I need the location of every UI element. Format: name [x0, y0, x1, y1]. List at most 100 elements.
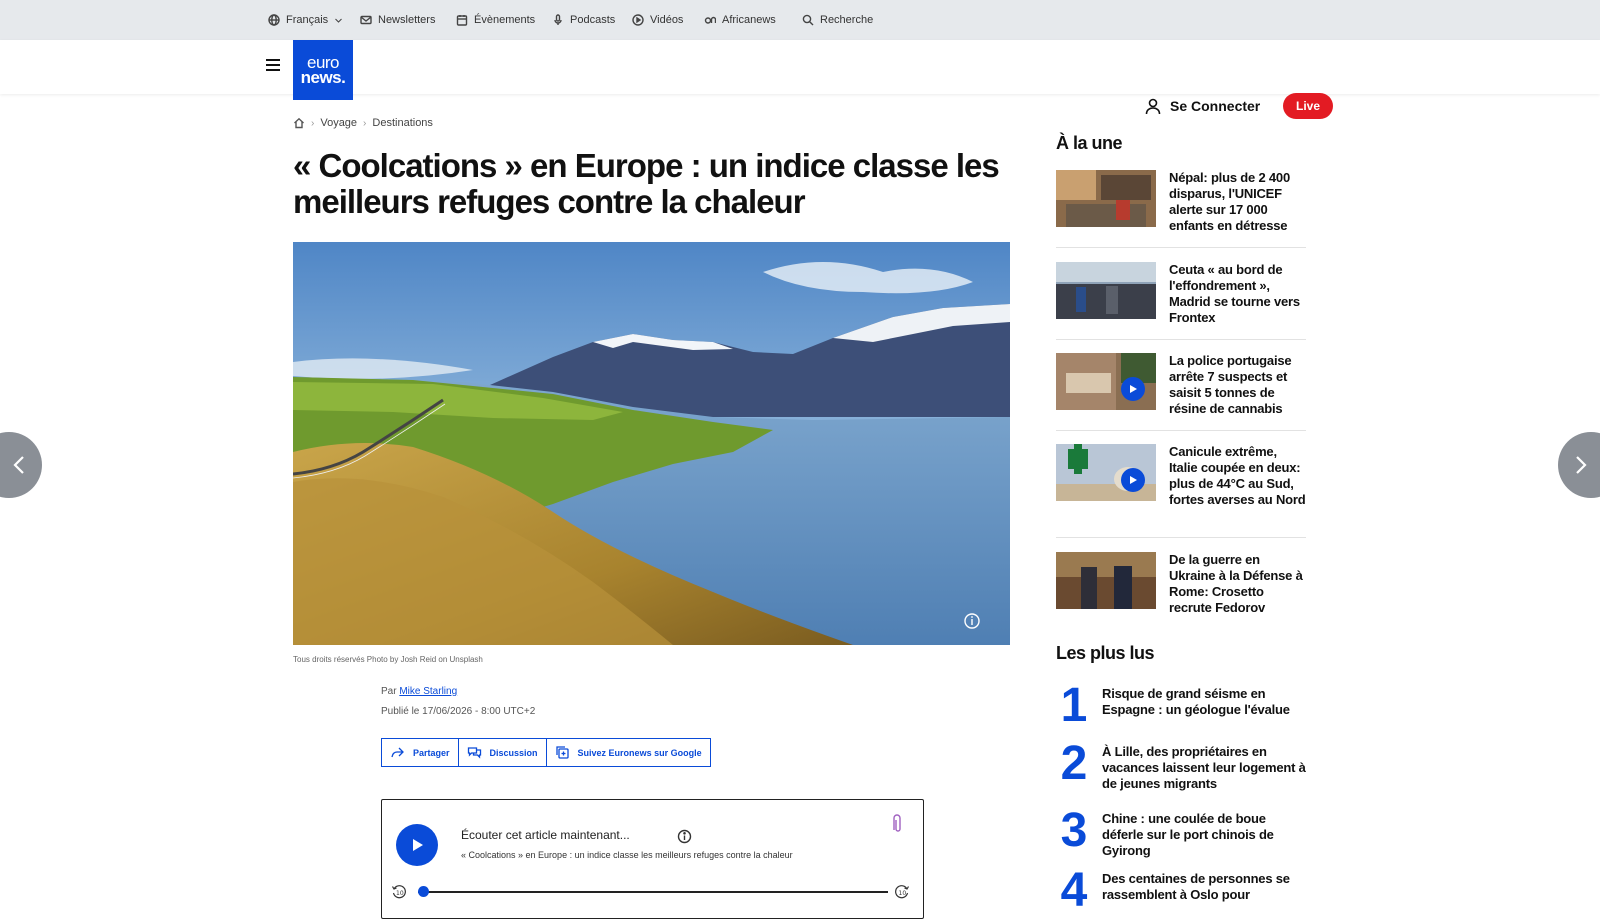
breadcrumb-voyage[interactable]: Voyage [320, 117, 357, 129]
story-headline[interactable]: De la guerre en Ukraine à la Défense à R… [1169, 552, 1306, 616]
videos-link[interactable]: Vidéos [632, 12, 683, 28]
article-title: « Coolcations » en Europe : un indice cl… [293, 147, 1000, 220]
login-button[interactable]: Se Connecter [1144, 97, 1260, 115]
svg-text:10: 10 [899, 890, 907, 897]
story-headline[interactable]: La police portugaise arrête 7 suspects e… [1169, 353, 1306, 417]
play-button[interactable] [396, 824, 438, 866]
divider [1056, 339, 1306, 340]
top-story-item[interactable]: Canicule extrême, Italie coupée en deux:… [1056, 444, 1306, 508]
videos-label: Vidéos [650, 14, 684, 26]
top-story-item[interactable]: La police portugaise arrête 7 suspects e… [1056, 353, 1306, 417]
article-actions: Partager Discussion Suivez Euronews sur … [381, 738, 711, 767]
search-link[interactable]: Recherche [802, 12, 873, 28]
seek-bar[interactable] [418, 891, 888, 893]
svg-text:10: 10 [396, 890, 404, 897]
info-icon[interactable] [677, 829, 692, 844]
chevron-left-icon [13, 456, 24, 474]
share-button[interactable]: Partager [382, 739, 459, 766]
seek-handle[interactable] [418, 886, 429, 897]
divider [1056, 537, 1306, 538]
mail-icon [360, 15, 372, 25]
rank-number: 1 [1060, 679, 1088, 732]
add-source-icon [555, 746, 569, 759]
calendar-icon [456, 15, 468, 26]
story-thumbnail[interactable] [1056, 262, 1156, 319]
euronews-logo[interactable]: euro news. [293, 40, 353, 100]
top-story-item[interactable]: De la guerre en Ukraine à la Défense à R… [1056, 552, 1306, 616]
story-headline[interactable]: Népal: plus de 2 400 disparus, l'UNICEF … [1169, 170, 1306, 234]
most-read-headline[interactable]: Risque de grand séisme en Espagne : un g… [1102, 684, 1306, 728]
video-badge [1121, 468, 1145, 492]
share-icon [391, 747, 404, 758]
chevron-right-icon: › [311, 117, 315, 129]
top-story-item[interactable]: Ceuta « au bord de l'effondrement », Mad… [1056, 262, 1306, 326]
most-read-item[interactable]: 2 À Lille, des propriétaires en vacances… [1056, 740, 1306, 792]
rank-number: 4 [1060, 864, 1088, 917]
image-caption: Tous droits réservés Photo by Josh Reid … [293, 655, 483, 664]
live-button[interactable]: Live [1283, 93, 1333, 119]
login-label: Se Connecter [1170, 98, 1261, 114]
globe-icon [268, 14, 280, 26]
chevron-right-icon: › [363, 117, 367, 129]
chevron-down-icon [335, 18, 343, 23]
hero-image[interactable] [293, 242, 1010, 645]
play-icon [1130, 385, 1137, 393]
logo-line2: news. [300, 68, 346, 87]
divider [1056, 247, 1306, 248]
home-icon[interactable] [293, 117, 305, 129]
most-read-item[interactable]: 1 Risque de grand séisme en Espagne : un… [1056, 679, 1306, 732]
breadcrumb: › Voyage › Destinations [293, 117, 433, 129]
most-read-headline[interactable]: À Lille, des propriétaires en vacances l… [1102, 742, 1306, 792]
most-read-item[interactable]: 4 Des centaines de personnes se rassembl… [1056, 864, 1306, 917]
search-label: Recherche [820, 14, 874, 26]
microphone-icon [554, 14, 562, 25]
player-title: Écouter cet article maintenant... [461, 828, 630, 842]
follow-google-button[interactable]: Suivez Euronews sur Google [547, 739, 710, 766]
breadcrumb-destinations[interactable]: Destinations [372, 117, 433, 129]
top-story-item[interactable]: Népal: plus de 2 400 disparus, l'UNICEF … [1056, 170, 1306, 234]
rewind-10-icon[interactable]: 10 [391, 884, 407, 900]
most-read-item[interactable]: 3 Chine : une coulée de boue déferle sur… [1056, 804, 1306, 859]
share-label: Partager [413, 747, 450, 758]
language-selector[interactable]: Français [268, 12, 343, 28]
audio-player: Écouter cet article maintenant... « Cool… [381, 799, 924, 919]
divider [1056, 430, 1306, 431]
africanews-label: Africanews [722, 14, 776, 26]
story-headline[interactable]: Canicule extrême, Italie coupée en deux:… [1169, 444, 1306, 508]
next-article-button[interactable] [1558, 432, 1600, 498]
utility-bar: Français Newsletters Évènements Podcasts… [0, 0, 1600, 40]
follow-label: Suivez Euronews sur Google [577, 747, 702, 758]
story-thumbnail[interactable] [1056, 444, 1156, 501]
play-circle-icon [632, 14, 644, 26]
story-headline[interactable]: Ceuta « au bord de l'effondrement », Mad… [1169, 262, 1306, 326]
video-badge [1121, 377, 1145, 401]
site-header: Se Connecter Live [0, 40, 1600, 119]
author-link[interactable]: Mike Starling [399, 686, 457, 697]
publish-date: Publié le 17/06/2026 - 8:00 UTC+2 [381, 706, 536, 717]
forward-10-icon[interactable]: 10 [894, 884, 910, 900]
search-icon [802, 14, 814, 26]
events-link[interactable]: Évènements [456, 12, 535, 28]
story-thumbnail[interactable] [1056, 170, 1156, 227]
menu-icon[interactable] [266, 59, 280, 71]
discussion-button[interactable]: Discussion [459, 739, 547, 766]
story-thumbnail[interactable] [1056, 353, 1156, 410]
newsletters-link[interactable]: Newsletters [360, 12, 435, 28]
byline: Par Mike Starling [381, 686, 457, 697]
prev-article-button[interactable] [0, 432, 42, 498]
language-label: Français [286, 14, 329, 26]
podcasts-link[interactable]: Podcasts [552, 12, 615, 28]
comments-icon [467, 747, 481, 759]
newsletters-label: Newsletters [378, 14, 436, 26]
rank-number: 3 [1060, 804, 1088, 857]
chevron-right-icon [1576, 456, 1587, 474]
africanews-link[interactable]: Africanews [704, 12, 776, 28]
story-thumbnail[interactable] [1056, 552, 1156, 609]
paperclip-icon [893, 814, 901, 832]
most-read-headline[interactable]: Des centaines de personnes se rassemblen… [1102, 869, 1306, 913]
play-icon [1130, 476, 1137, 484]
top-stories-heading: À la une [1056, 133, 1123, 153]
most-read-headline[interactable]: Chine : une coulée de boue déferle sur l… [1102, 809, 1306, 859]
most-read-heading: Les plus lus [1056, 643, 1155, 663]
events-label: Évènements [474, 14, 536, 26]
